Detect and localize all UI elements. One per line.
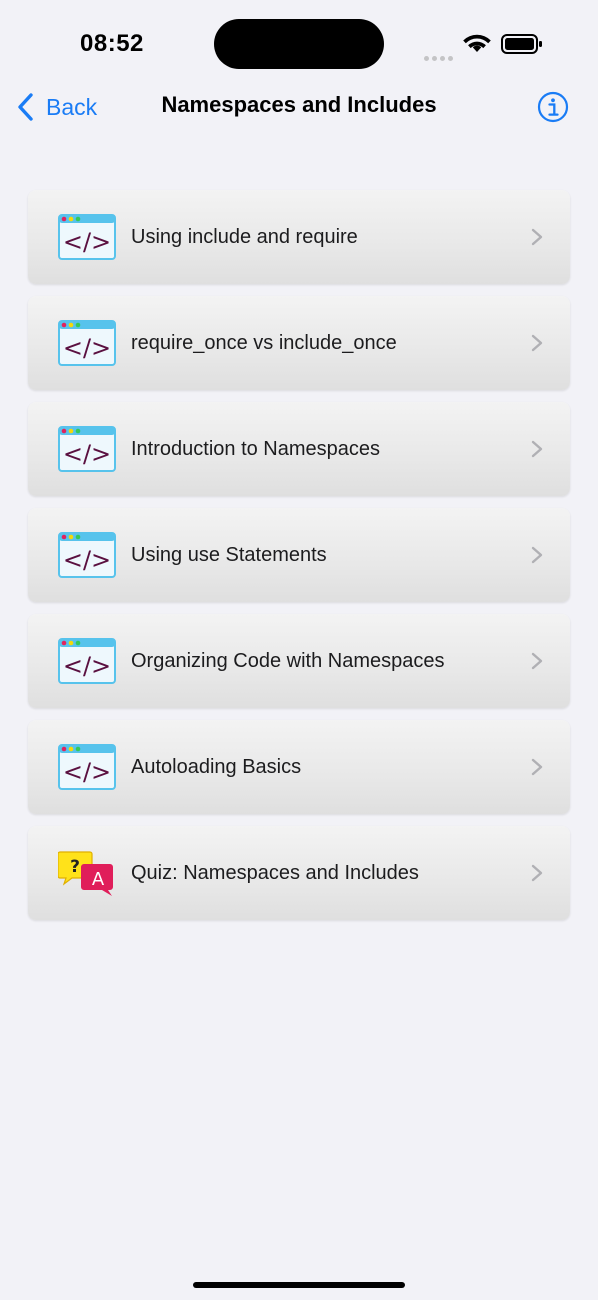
code-window-icon xyxy=(58,744,116,790)
dynamic-island xyxy=(214,19,384,69)
code-window-icon xyxy=(58,638,116,684)
list-item[interactable]: Autoloading Basics xyxy=(28,720,570,814)
battery-icon xyxy=(501,34,542,54)
list-item-label: Using include and require xyxy=(131,226,358,248)
list-item-label: Using use Statements xyxy=(131,544,327,566)
chevron-right-icon xyxy=(531,652,543,670)
chevron-right-icon xyxy=(531,546,543,564)
list-item-label: Organizing Code with Namespaces xyxy=(131,650,445,672)
wifi-icon xyxy=(463,34,491,52)
list-item[interactable]: Using use Statements xyxy=(28,508,570,602)
status-time: 08:52 xyxy=(80,30,144,57)
list-item-label: require_once vs include_once xyxy=(131,332,397,354)
chevron-right-icon xyxy=(531,864,543,882)
list-item[interactable]: Using include and require xyxy=(28,190,570,284)
chevron-right-icon xyxy=(531,334,543,352)
list-item-label: Quiz: Namespaces and Includes xyxy=(131,862,419,884)
code-window-icon xyxy=(58,532,116,578)
code-window-icon xyxy=(58,320,116,366)
home-indicator[interactable] xyxy=(193,1282,405,1288)
lesson-list: Using include and require require_once v… xyxy=(28,190,570,932)
chevron-right-icon xyxy=(531,228,543,246)
list-item-label: Introduction to Namespaces xyxy=(131,438,381,460)
list-item[interactable]: Organizing Code with Namespaces xyxy=(28,614,570,708)
code-window-icon xyxy=(58,214,116,260)
chevron-right-icon xyxy=(531,440,543,458)
cellular-signal-icon xyxy=(424,48,456,61)
list-item[interactable]: require_once vs include_once xyxy=(28,296,570,390)
list-item[interactable]: Introduction to Namespaces xyxy=(28,402,570,496)
info-icon[interactable] xyxy=(537,91,569,123)
page-title: Namespaces and Includes xyxy=(161,92,437,117)
code-window-icon xyxy=(58,426,116,472)
screen: 08:52 Back Namespaces and Includes Using… xyxy=(0,0,598,1300)
chevron-right-icon xyxy=(531,758,543,776)
list-item-label: Autoloading Basics xyxy=(131,756,302,778)
list-item[interactable]: Quiz: Namespaces and Includes xyxy=(28,826,570,920)
quiz-speech-bubbles-icon xyxy=(58,850,116,896)
